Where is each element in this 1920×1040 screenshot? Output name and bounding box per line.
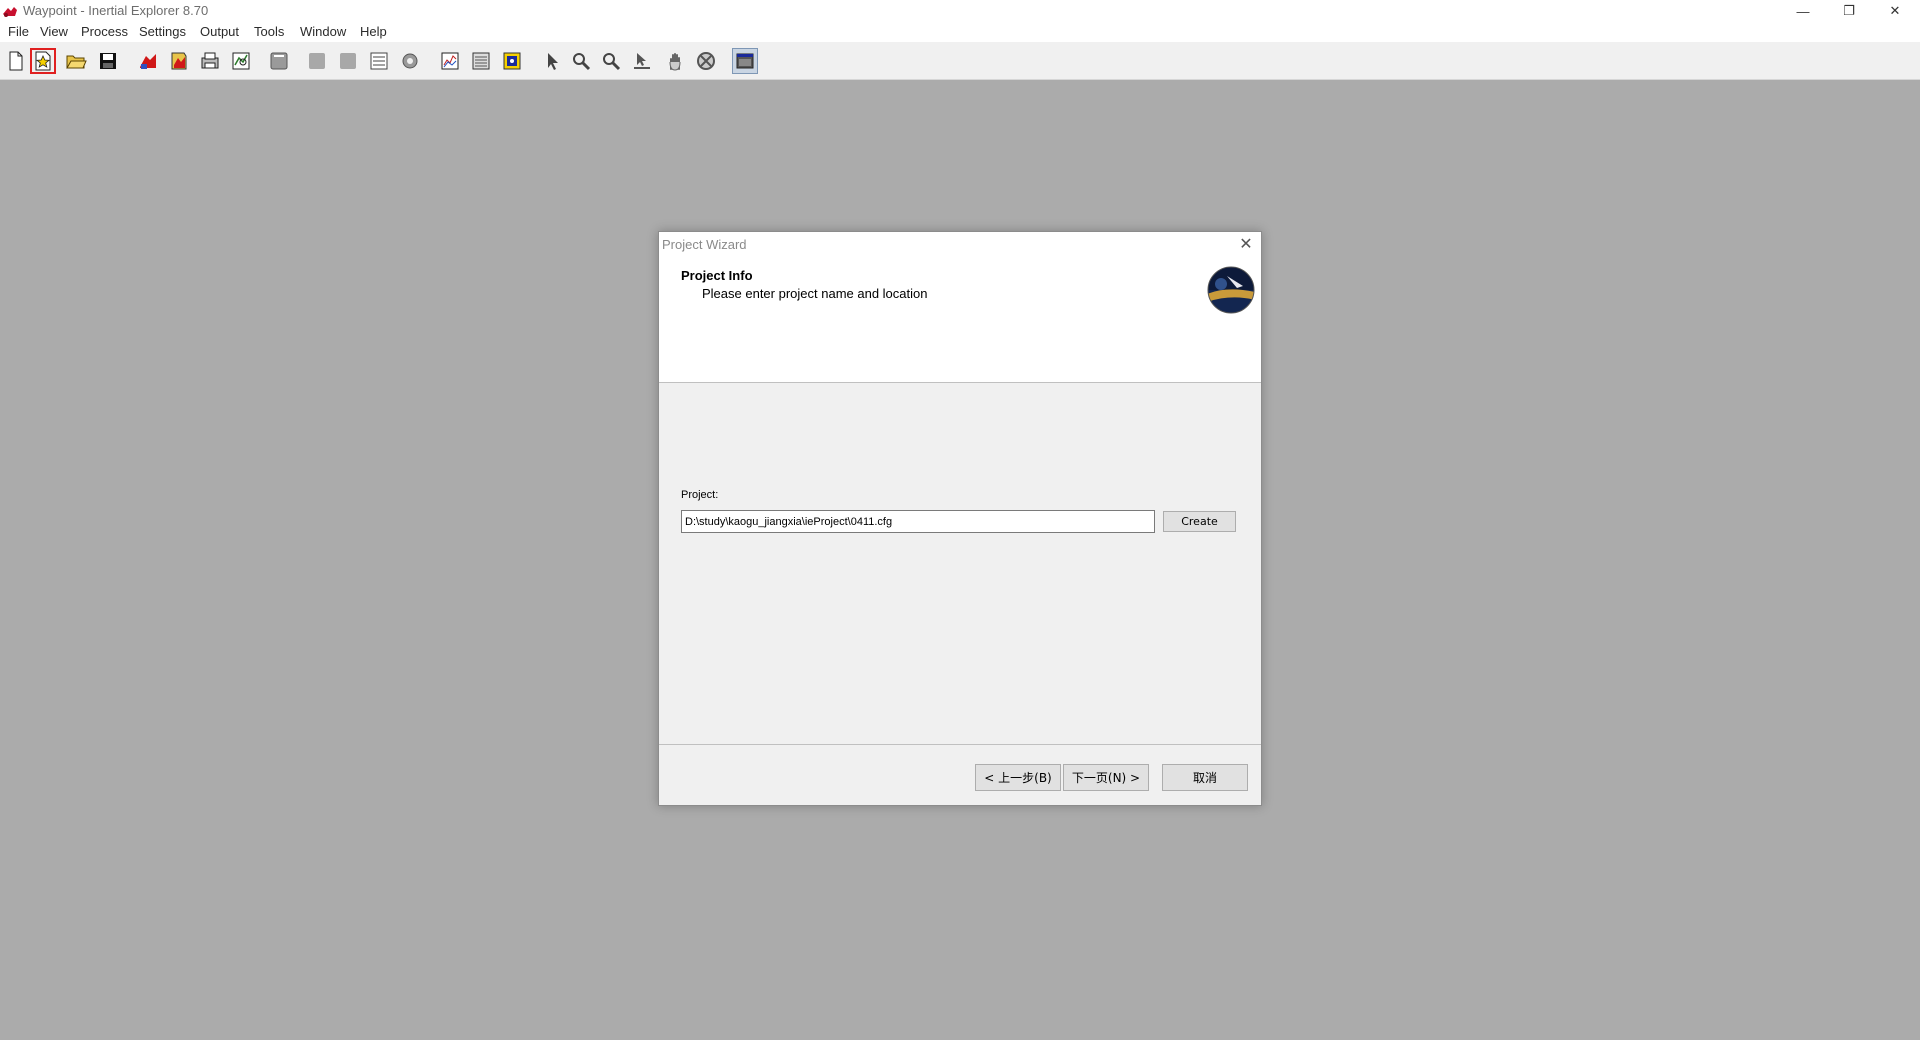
cancel-button[interactable]: 取消 [1162,764,1248,791]
menu-view[interactable]: View [38,24,70,39]
header-subtitle: Please enter project name and location [702,286,928,301]
menu-help[interactable]: Help [358,24,389,39]
disabled-tool-icon [335,48,361,74]
project-wizard-dialog: Project Wizard ✕ Project Info Please ent… [658,231,1262,806]
project-path-input[interactable] [681,510,1155,533]
window-titlebar: Waypoint - Inertial Explorer 8.70 — ❐ ✕ [0,0,1920,22]
header-title: Project Info [681,268,753,283]
footer-divider [659,744,1261,745]
create-button[interactable]: Create [1163,511,1236,532]
dialog-header: Project Info Please enter project name a… [659,256,1261,383]
map-window-icon[interactable] [732,48,758,74]
next-button[interactable]: 下一页(N) > [1063,764,1149,791]
app-logo-icon [3,7,17,17]
menu-tools[interactable]: Tools [252,24,286,39]
dialog-title: Project Wizard [662,237,747,252]
zoom-extents-icon[interactable] [693,48,719,74]
gnss-process-icon[interactable] [135,48,161,74]
minimize-button[interactable]: — [1780,0,1826,22]
globe-logo-icon [1207,266,1255,314]
measure-icon[interactable] [629,48,655,74]
dialog-titlebar: Project Wizard ✕ [659,232,1261,256]
project-label: Project: [681,489,719,501]
menu-process[interactable]: Process [79,24,130,39]
combine-icon[interactable] [197,48,223,74]
pointer-icon[interactable] [539,48,565,74]
ins-process-icon[interactable] [166,48,192,74]
zoom-out-icon[interactable] [598,48,624,74]
save-icon[interactable] [95,48,121,74]
main-toolbar [0,42,1920,80]
pan-hand-icon[interactable] [662,48,688,74]
window-title: Waypoint - Inertial Explorer 8.70 [23,3,209,18]
menu-settings[interactable]: Settings [137,24,188,39]
plot-icon[interactable] [437,48,463,74]
new-file-icon[interactable] [3,48,29,74]
list-icon[interactable] [366,48,392,74]
new-project-wizard-icon[interactable] [30,48,56,74]
menu-file[interactable]: File [6,24,31,39]
results-icon[interactable] [468,48,494,74]
menu-output[interactable]: Output [198,24,241,39]
gear-icon[interactable] [397,48,423,74]
display-icon[interactable] [266,48,292,74]
menu-window[interactable]: Window [298,24,348,39]
restore-button[interactable]: ❐ [1826,0,1872,22]
open-folder-icon[interactable] [63,48,89,74]
dialog-close-button[interactable]: ✕ [1235,234,1257,254]
menu-bar: File View Process Settings Output Tools … [0,22,1920,42]
data-view-icon[interactable] [228,48,254,74]
zoom-in-icon[interactable] [568,48,594,74]
close-window-button[interactable]: ✕ [1872,0,1918,22]
disabled-tool-icon [304,48,330,74]
back-button[interactable]: < 上一步(B) [975,764,1061,791]
export-icon[interactable] [499,48,525,74]
